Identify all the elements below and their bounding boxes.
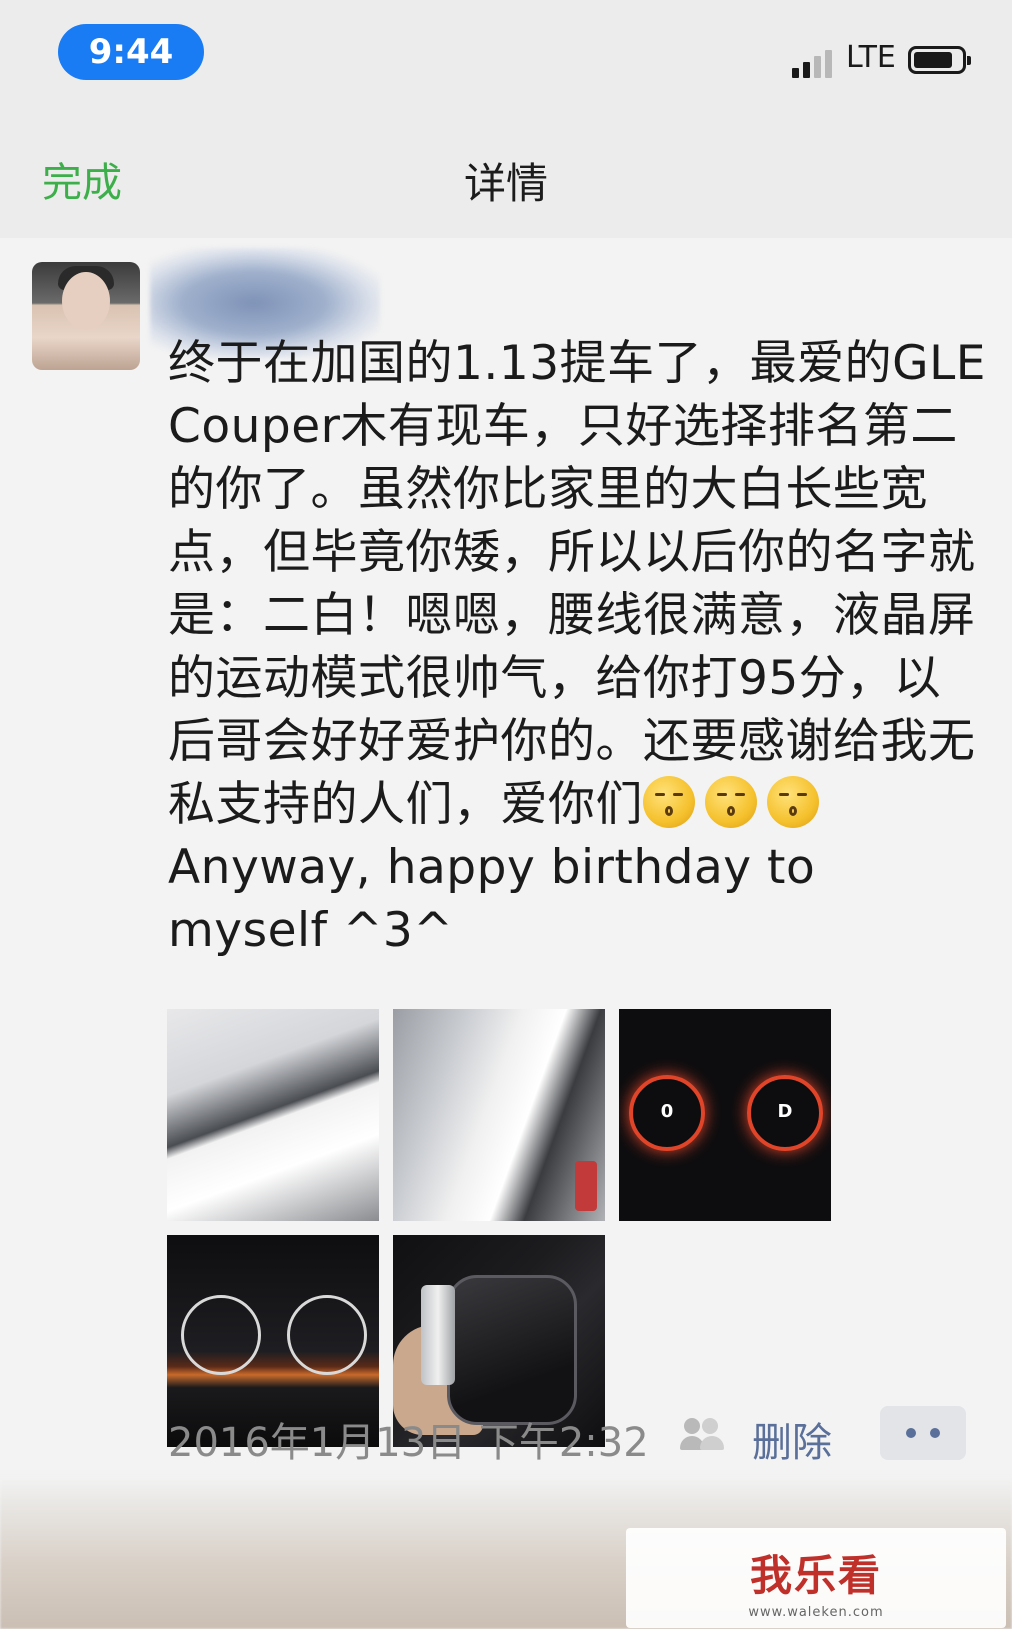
delete-button[interactable]: 删除 <box>752 1410 832 1468</box>
post-detail: 终于在加国的1.13提车了，最爱的GLE Couper木有现车，只好选择排名第二… <box>0 238 1012 1629</box>
navigation-bar: 完成 详情 <box>0 110 1012 239</box>
post-body-text-end: Anyway, happy birthday to myself ^3^ <box>168 840 831 958</box>
watermark-logo: 我乐看 www.waleken.com <box>626 1528 1006 1628</box>
photo-dashboard-sport-mode[interactable] <box>619 1009 831 1221</box>
kissing-face-icon <box>705 776 757 828</box>
cellular-signal-icon <box>792 46 836 78</box>
photo-white-suv-side[interactable] <box>167 1009 379 1221</box>
moments-detail-screen: 9:44 LTE 完成 详情 终于在加国的1.13提车了，最爱的GLE Coup… <box>0 0 1012 1629</box>
watermark-logo-text: 我乐看 <box>749 1551 882 1600</box>
battery-icon <box>908 46 971 74</box>
page-title: 详情 <box>463 159 548 208</box>
post-text: 终于在加国的1.13提车了，最爱的GLE Couper木有现车，只好选择排名第二… <box>168 332 988 962</box>
photo-white-suv-rear[interactable] <box>393 1009 605 1221</box>
kissing-face-icon <box>767 776 819 828</box>
visibility-friends-icon[interactable] <box>680 1418 726 1452</box>
kissing-face-icon <box>643 776 695 828</box>
avatar[interactable] <box>32 262 140 370</box>
post-body-text: 终于在加国的1.13提车了，最爱的GLE Couper木有现车，只好选择排名第二… <box>168 336 1002 832</box>
status-bar: 9:44 LTE <box>0 0 1012 110</box>
network-type: LTE <box>846 40 896 75</box>
post-timestamp: 2016年1月13日 下午2:32 <box>168 1420 649 1466</box>
post-meta-row: 2016年1月13日 下午2:32 删除 <box>0 1406 1012 1466</box>
watermark-url: www.waleken.com <box>748 1605 884 1620</box>
more-actions-button[interactable] <box>880 1406 966 1460</box>
status-time[interactable]: 9:44 <box>58 24 204 80</box>
